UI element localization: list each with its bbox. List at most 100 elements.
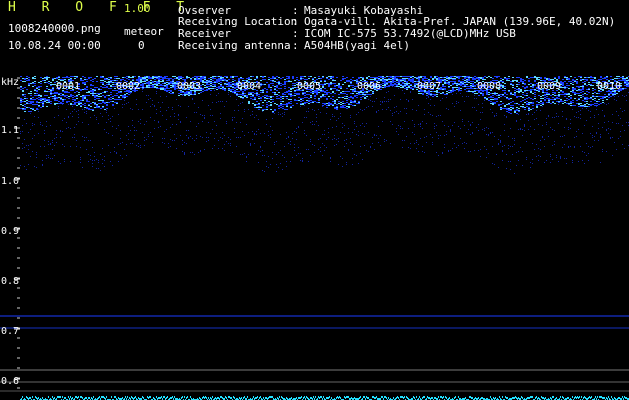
noise-speck bbox=[232, 76, 234, 77]
noise-speck bbox=[432, 144, 433, 145]
noise-speck bbox=[156, 81, 158, 82]
noise-speck bbox=[418, 76, 420, 77]
noise-speck bbox=[524, 102, 526, 103]
noise-speck bbox=[144, 78, 146, 79]
noise-speck bbox=[240, 94, 242, 95]
noise-speck bbox=[24, 78, 26, 79]
noise-speck bbox=[234, 88, 236, 89]
noise-speck bbox=[306, 149, 307, 150]
noise-speck bbox=[554, 99, 556, 100]
noise-speck bbox=[448, 83, 450, 84]
noise-speck bbox=[520, 80, 522, 81]
noise-speck bbox=[322, 77, 324, 78]
noise-speck bbox=[362, 133, 363, 134]
noise-speck bbox=[496, 95, 498, 96]
noise-speck bbox=[324, 80, 326, 81]
noise-speck bbox=[138, 79, 140, 80]
noise-speck bbox=[140, 77, 142, 78]
noise-speck bbox=[504, 86, 506, 87]
noise-speck bbox=[284, 114, 285, 115]
noise-speck bbox=[162, 77, 164, 78]
noise-speck bbox=[168, 92, 169, 93]
noise-speck bbox=[552, 159, 553, 160]
noise-speck bbox=[208, 88, 210, 89]
noise-speck bbox=[62, 99, 64, 100]
noise-speck bbox=[526, 95, 528, 96]
noise-speck bbox=[412, 132, 413, 133]
noise-speck bbox=[104, 92, 106, 93]
noise-speck bbox=[38, 106, 40, 107]
noise-speck bbox=[172, 93, 174, 94]
noise-speck bbox=[48, 155, 49, 156]
noise-speck bbox=[406, 84, 408, 85]
noise-speck bbox=[216, 102, 217, 103]
noise-speck bbox=[216, 76, 218, 77]
noise-speck bbox=[518, 90, 520, 91]
noise-speck bbox=[562, 83, 564, 84]
noise-speck bbox=[24, 94, 26, 95]
noise-speck bbox=[122, 95, 124, 96]
noise-speck bbox=[110, 97, 112, 98]
noise-speck bbox=[394, 81, 396, 82]
noise-speck bbox=[562, 82, 564, 83]
noise-speck bbox=[32, 109, 34, 110]
noise-speck bbox=[150, 87, 152, 88]
noise-speck bbox=[534, 89, 536, 90]
noise-speck bbox=[484, 146, 485, 147]
noise-speck bbox=[262, 105, 264, 106]
noise-speck bbox=[504, 83, 506, 84]
noise-speck bbox=[260, 151, 261, 152]
noise-speck bbox=[554, 130, 555, 131]
noise-speck bbox=[536, 144, 537, 145]
noise-speck bbox=[106, 87, 108, 88]
noise-speck bbox=[418, 124, 419, 125]
noise-speck bbox=[304, 79, 306, 80]
noise-speck bbox=[434, 78, 436, 79]
noise-speck bbox=[170, 85, 172, 86]
noise-speck bbox=[168, 78, 170, 79]
noise-speck bbox=[150, 106, 151, 107]
noise-speck bbox=[82, 109, 83, 110]
noise-speck bbox=[200, 151, 201, 152]
noise-speck bbox=[234, 117, 235, 118]
noise-speck bbox=[60, 163, 61, 164]
noise-speck bbox=[336, 126, 337, 127]
noise-speck bbox=[154, 128, 155, 129]
noise-speck bbox=[272, 99, 274, 100]
noise-speck bbox=[270, 137, 271, 138]
noise-speck bbox=[80, 159, 81, 160]
noise-speck bbox=[482, 129, 483, 130]
noise-speck bbox=[136, 145, 137, 146]
noise-speck bbox=[570, 146, 571, 147]
meteor-count: 0 bbox=[138, 39, 145, 52]
noise-speck bbox=[296, 139, 297, 140]
noise-speck bbox=[488, 100, 490, 101]
noise-speck bbox=[342, 93, 344, 94]
noise-speck bbox=[220, 86, 222, 87]
noise-speck bbox=[494, 102, 496, 103]
noise-speck bbox=[94, 156, 95, 157]
noise-speck bbox=[428, 96, 429, 97]
noise-speck bbox=[222, 86, 224, 87]
noise-speck bbox=[280, 85, 282, 86]
noise-speck bbox=[552, 97, 554, 98]
noise-speck bbox=[348, 104, 350, 105]
noise-speck bbox=[360, 125, 361, 126]
noise-speck bbox=[400, 85, 402, 86]
noise-speck bbox=[374, 79, 376, 80]
noise-speck bbox=[98, 88, 100, 89]
noise-speck bbox=[516, 86, 518, 87]
noise-speck bbox=[494, 93, 496, 94]
noise-speck bbox=[208, 137, 209, 138]
noise-speck bbox=[434, 128, 435, 129]
noise-speck bbox=[556, 113, 557, 114]
noise-speck bbox=[282, 96, 284, 97]
noise-speck bbox=[136, 104, 137, 105]
noise-speck bbox=[208, 78, 210, 79]
noise-speck bbox=[62, 103, 64, 104]
noise-speck bbox=[514, 88, 516, 89]
noise-speck bbox=[436, 94, 438, 95]
noise-speck bbox=[492, 78, 494, 79]
noise-speck bbox=[276, 86, 278, 87]
noise-speck bbox=[56, 93, 58, 94]
